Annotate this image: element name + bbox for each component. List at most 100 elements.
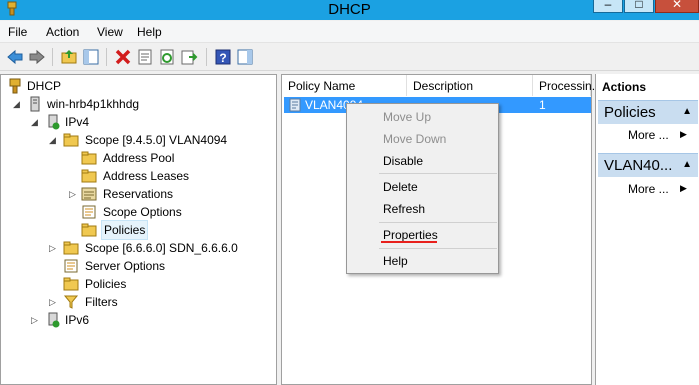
properties-icon[interactable] xyxy=(136,48,154,66)
submenu-arrow-icon: ▶ xyxy=(680,129,687,139)
tree-item-scope-policies[interactable]: Policies xyxy=(67,220,267,240)
address-pool-icon xyxy=(81,151,97,165)
tree-item-ipv4[interactable]: ◢ IPv4 xyxy=(31,113,261,131)
tree-label: Filters xyxy=(85,295,118,309)
menu-view[interactable]: View xyxy=(97,25,123,39)
actions-pane: Actions Policies ▲ More ... ▶ VLAN40... ▲… xyxy=(595,74,699,385)
dhcp-icon xyxy=(9,78,21,94)
export-list-icon[interactable] xyxy=(180,48,198,66)
svg-text:?: ? xyxy=(219,51,226,65)
reservations-icon xyxy=(81,187,97,201)
close-button[interactable]: ✕ xyxy=(655,0,699,13)
menu-separator xyxy=(379,248,497,249)
more-label: More ... xyxy=(628,182,669,196)
expand-twisty[interactable]: ◢ xyxy=(49,131,59,149)
tree-label: IPv4 xyxy=(65,115,90,129)
tree-label: Scope Options xyxy=(103,205,182,219)
menu-item-delete[interactable]: Delete xyxy=(383,180,418,194)
folder-icon xyxy=(63,241,79,255)
expand-twisty[interactable]: ▷ xyxy=(69,185,79,203)
expand-twisty[interactable]: ▷ xyxy=(49,239,59,257)
ipv4-icon xyxy=(48,114,60,130)
actions-section-vlan[interactable]: VLAN40... ▲ xyxy=(598,153,698,177)
close-icon: ✕ xyxy=(671,0,683,11)
menu-item-refresh[interactable]: Refresh xyxy=(383,202,425,216)
show-hide-action-pane-icon[interactable] xyxy=(236,48,254,66)
expand-twisty[interactable]: ◢ xyxy=(13,95,23,113)
tree-label: DHCP xyxy=(27,79,62,93)
menu-bar: File Action View Help xyxy=(0,21,699,43)
tree-item-address-leases[interactable]: Address Leases xyxy=(67,167,267,185)
back-arrow-icon[interactable] xyxy=(6,48,24,66)
tree-item-server[interactable]: ◢ win-hrb4p1khhdg xyxy=(13,95,263,113)
menu-item-properties[interactable]: Properties xyxy=(383,228,438,242)
processing-order-cell: 1 xyxy=(539,98,546,112)
menu-separator xyxy=(379,222,497,223)
tree-item-scope-options[interactable]: Scope Options xyxy=(67,203,267,221)
actions-section-policies[interactable]: Policies ▲ xyxy=(598,100,698,124)
forward-arrow-icon[interactable] xyxy=(28,48,46,66)
menu-action[interactable]: Action xyxy=(46,25,79,39)
policies-icon xyxy=(81,223,97,237)
tree-item-filters[interactable]: ▷ Filters xyxy=(49,293,269,311)
title-bar: DHCP – □ ✕ xyxy=(0,0,699,20)
ipv6-icon xyxy=(48,312,60,328)
menu-separator xyxy=(379,173,497,174)
column-header-policy-name[interactable]: Policy Name xyxy=(282,75,407,96)
tree-item-ipv6[interactable]: ▷ IPv6 xyxy=(31,311,261,329)
expand-twisty[interactable]: ◢ xyxy=(31,113,41,131)
menu-item-move-down[interactable]: Move Down xyxy=(383,132,446,146)
column-header-description[interactable]: Description xyxy=(407,75,533,96)
section-label: Policies xyxy=(604,104,656,121)
tree-label: Address Leases xyxy=(103,169,190,183)
tree-item-server-policies[interactable]: Policies xyxy=(49,275,269,293)
tree-item-scope-sdn[interactable]: ▷ Scope [6.6.6.0] SDN_6.6.6.0 xyxy=(49,239,274,257)
server-options-icon xyxy=(64,259,78,273)
tree-label: Policies xyxy=(101,220,149,240)
menu-help[interactable]: Help xyxy=(137,25,162,39)
filter-icon xyxy=(63,295,79,309)
folder-icon xyxy=(63,133,79,147)
refresh-icon[interactable] xyxy=(158,48,176,66)
more-actions-link[interactable]: More ... ▶ xyxy=(628,128,687,142)
collapse-icon[interactable]: ▲ xyxy=(682,106,692,117)
tree-item-server-options[interactable]: Server Options xyxy=(49,257,269,275)
tree-label: Address Pool xyxy=(103,151,175,165)
expand-twisty[interactable]: ▷ xyxy=(31,311,41,329)
up-folder-icon[interactable] xyxy=(60,48,78,66)
tree-label: Reservations xyxy=(103,187,174,201)
actions-title: Actions xyxy=(602,80,647,94)
toolbar: ? xyxy=(0,43,699,71)
tree-label: Policies xyxy=(85,277,127,291)
tree-item-reservations[interactable]: ▷ Reservations xyxy=(67,185,267,203)
help-icon[interactable]: ? xyxy=(214,48,232,66)
tree-label: IPv6 xyxy=(65,313,90,327)
tree-label: win-hrb4p1khhdg xyxy=(47,97,140,111)
tree-item-dhcp[interactable]: DHCP xyxy=(5,77,265,95)
tree-item-scope-vlan4094[interactable]: ◢ Scope [9.4.5.0] VLAN4094 xyxy=(49,131,274,149)
collapse-icon[interactable]: ▲ xyxy=(682,159,692,170)
delete-icon[interactable] xyxy=(114,48,132,66)
more-actions-link[interactable]: More ... ▶ xyxy=(628,182,687,196)
context-menu: Move Up Move Down Disable Delete Refresh… xyxy=(346,103,499,274)
menu-item-help[interactable]: Help xyxy=(383,254,408,268)
console-tree[interactable]: DHCP ◢ win-hrb4p1khhdg ◢ IPv4 ◢ Scope [9… xyxy=(0,74,277,385)
column-header-processing[interactable]: Processin. xyxy=(533,75,595,96)
minimize-button[interactable]: – xyxy=(593,0,623,13)
menu-file[interactable]: File xyxy=(8,25,27,39)
server-icon xyxy=(30,96,40,112)
maximize-button[interactable]: □ xyxy=(624,0,654,13)
tree-label: Server Options xyxy=(85,259,166,273)
minimize-icon: – xyxy=(604,0,612,11)
policies-icon xyxy=(63,277,79,291)
submenu-arrow-icon: ▶ xyxy=(680,183,687,193)
address-leases-icon xyxy=(81,169,97,183)
menu-item-disable[interactable]: Disable xyxy=(383,154,423,168)
more-label: More ... xyxy=(628,128,669,142)
menu-item-move-up[interactable]: Move Up xyxy=(383,110,431,124)
maximize-icon: □ xyxy=(635,0,643,11)
show-hide-tree-icon[interactable] xyxy=(82,48,100,66)
expand-twisty[interactable]: ▷ xyxy=(49,293,59,311)
tree-item-address-pool[interactable]: Address Pool xyxy=(67,149,267,167)
policy-icon xyxy=(289,98,301,112)
